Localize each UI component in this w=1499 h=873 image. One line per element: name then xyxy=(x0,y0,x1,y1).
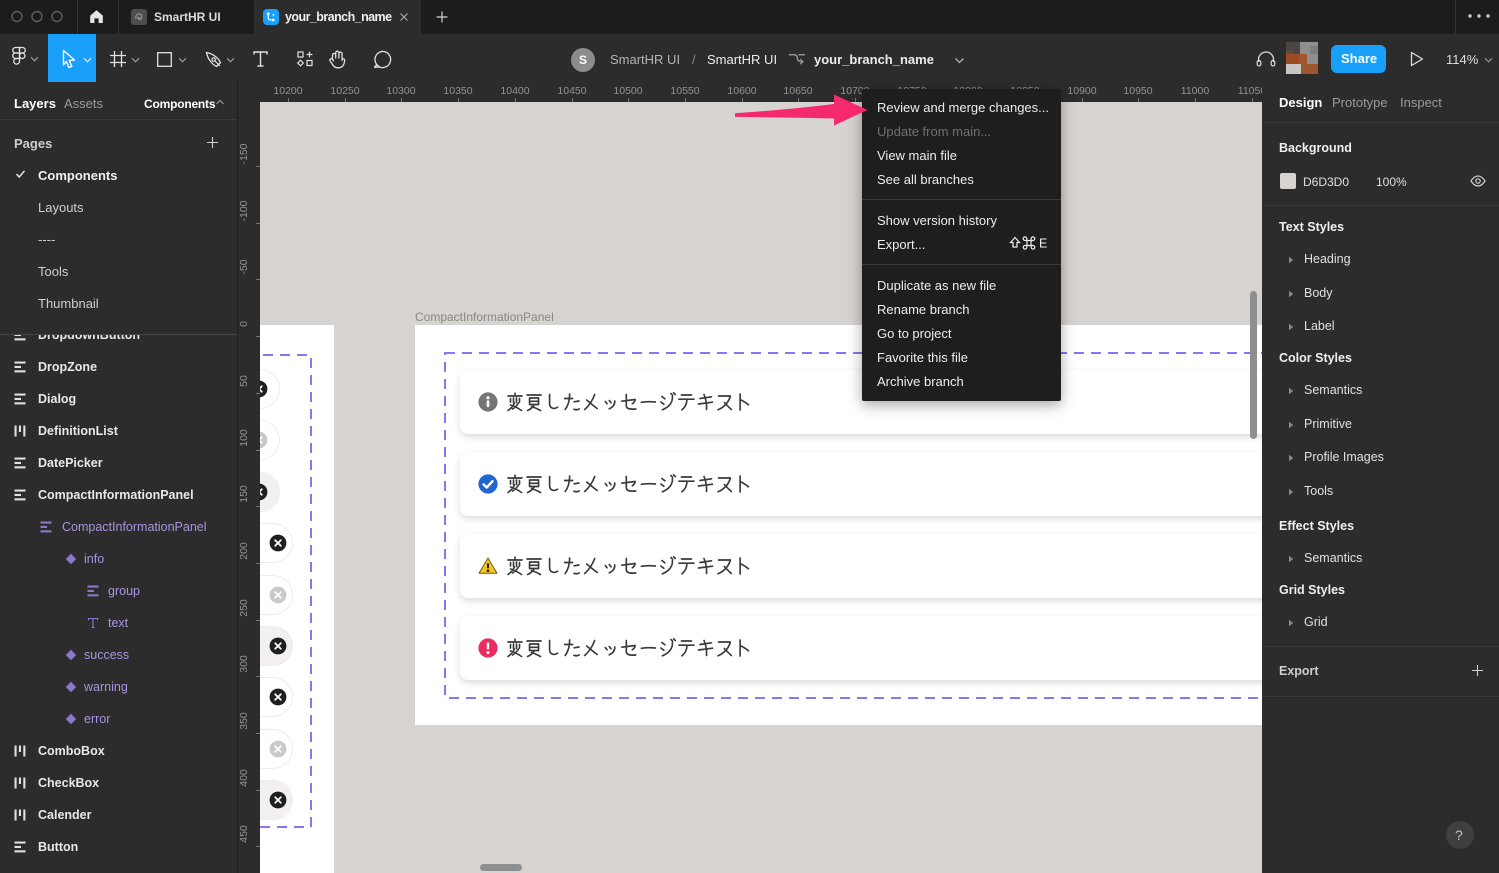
svg-text:E: E xyxy=(1039,237,1047,251)
